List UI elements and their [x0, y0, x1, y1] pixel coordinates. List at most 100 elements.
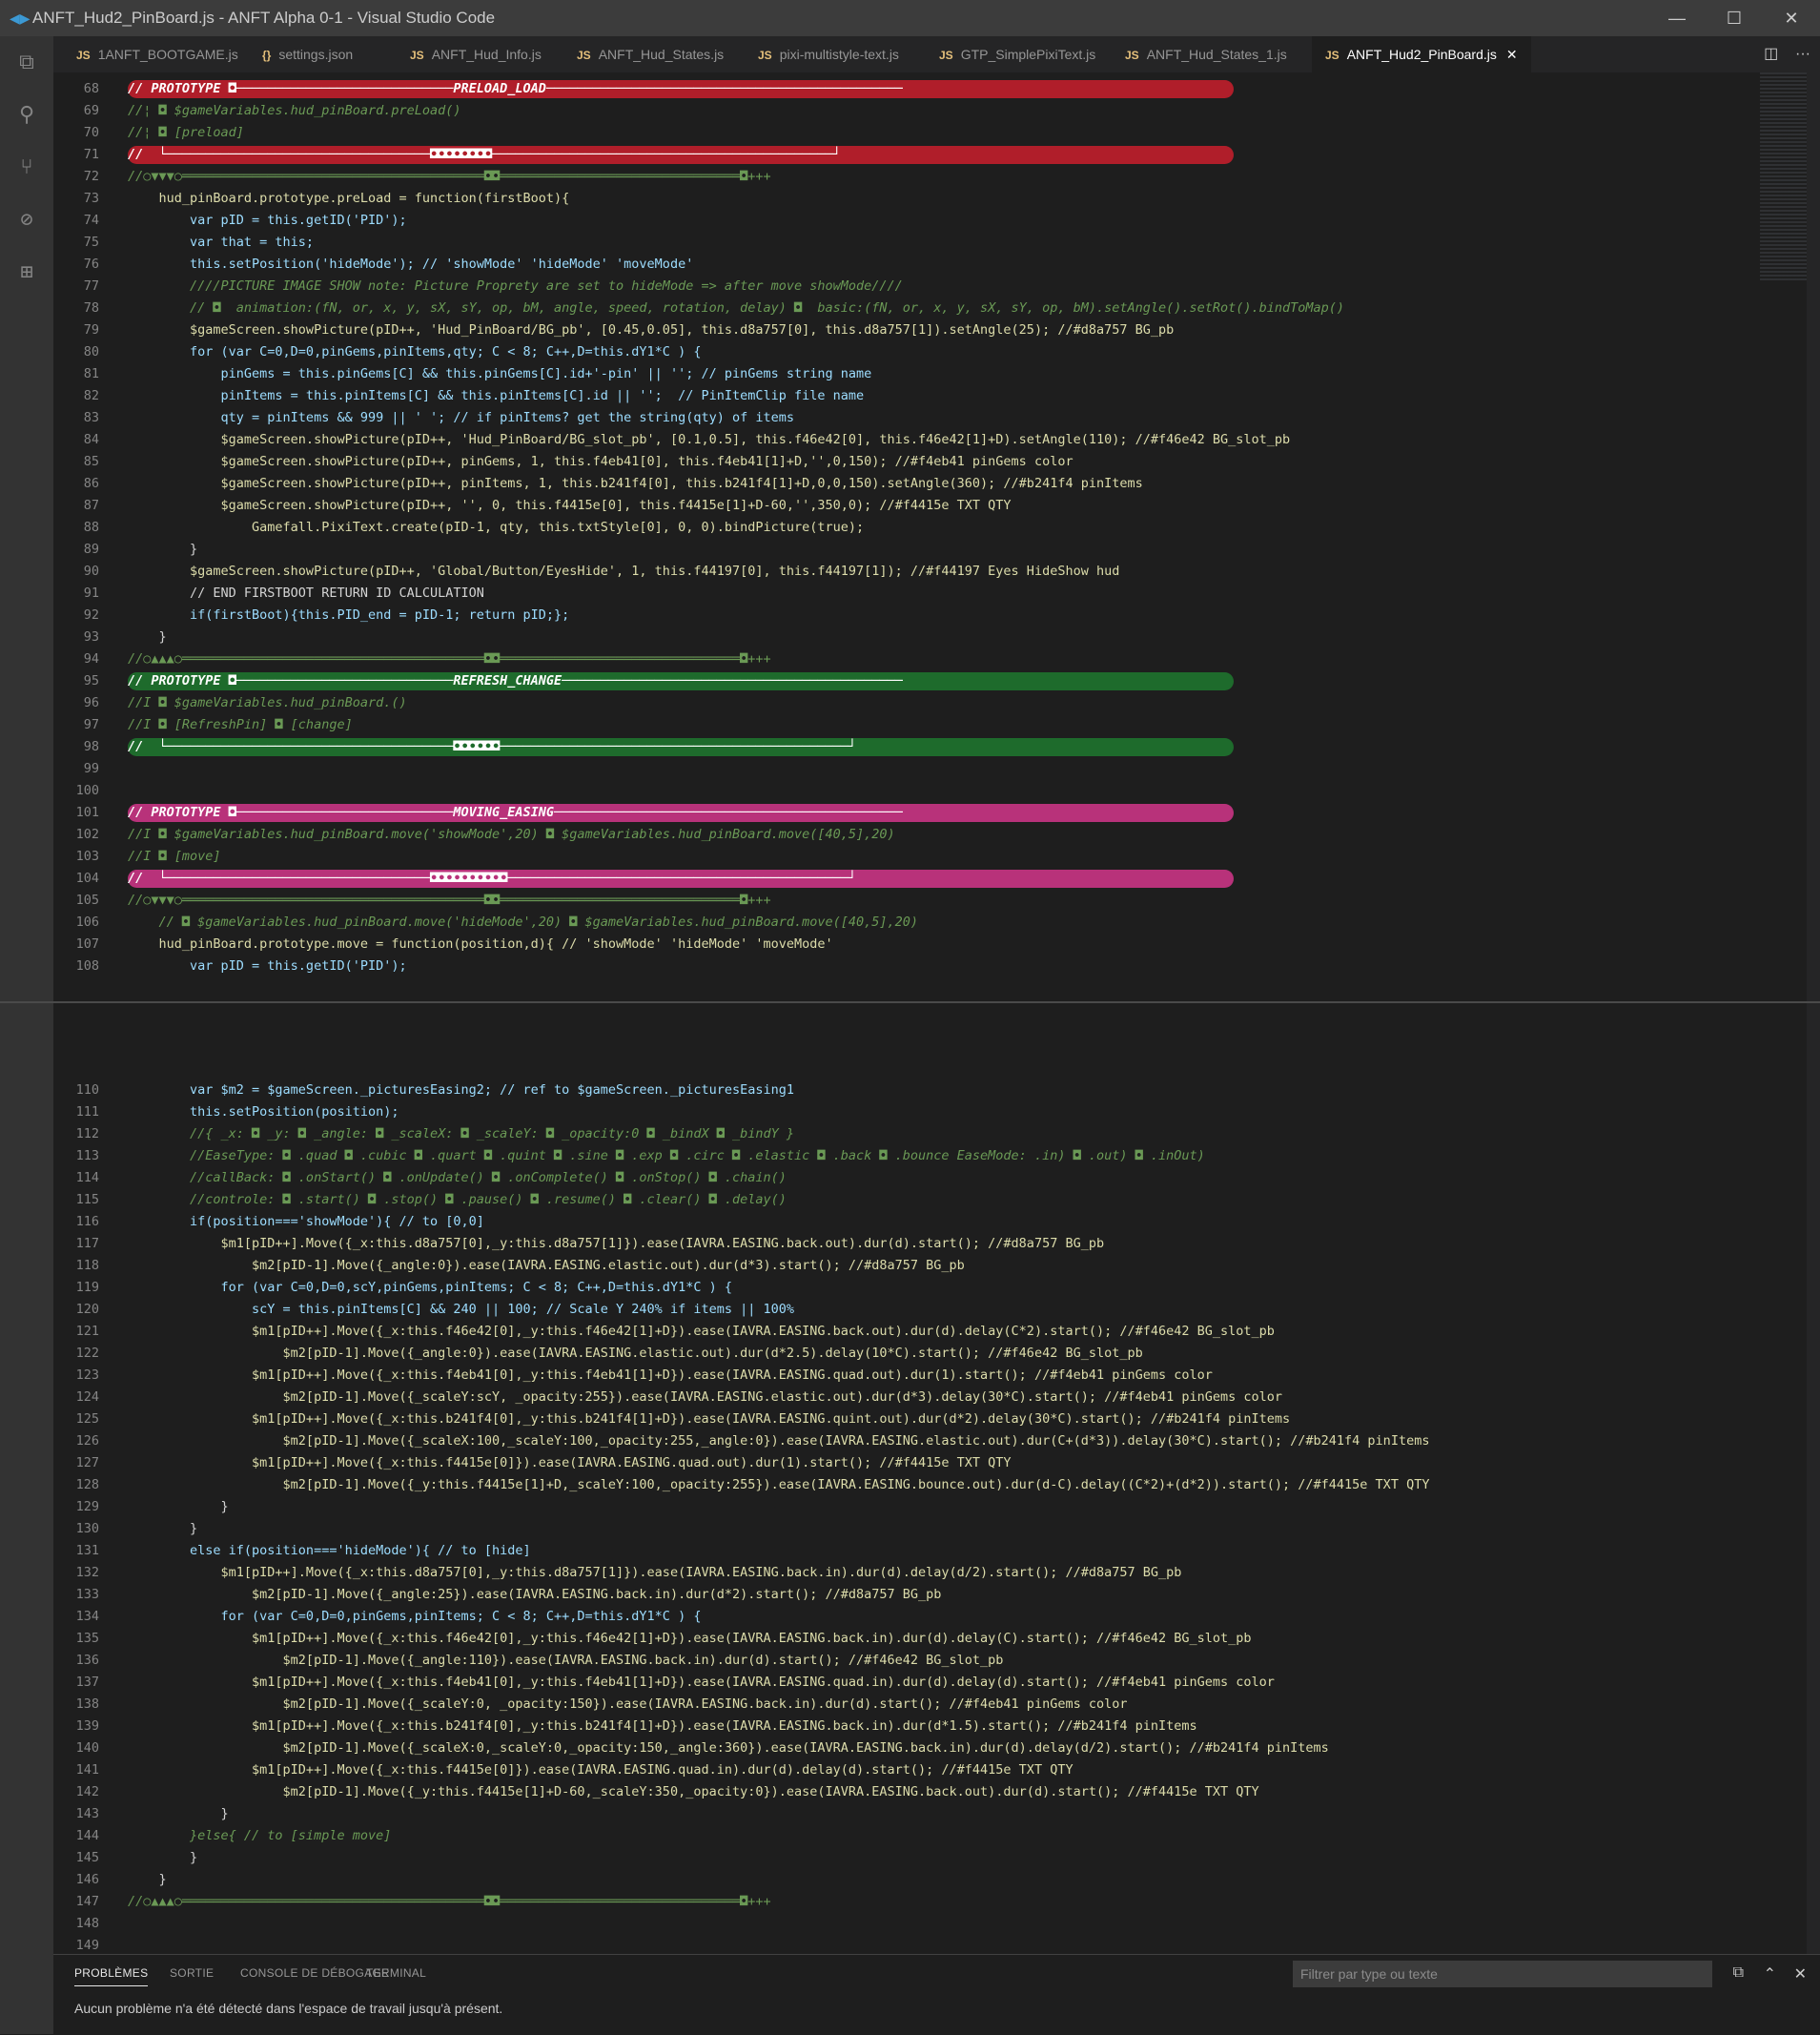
- code-line[interactable]: 115 //controle: ◘ .start() ◘ .stop() ◘ .…: [53, 1189, 1760, 1211]
- code-line[interactable]: 84 $gameScreen.showPicture(pID++, 'Hud_P…: [53, 429, 1760, 451]
- debug-icon[interactable]: ⊘: [13, 207, 40, 234]
- code-line[interactable]: 112 //{ _x: ◘ _y: ◘ _angle: ◘ _scaleX: ◘…: [53, 1123, 1760, 1145]
- code-line[interactable]: 75 var that = this;: [53, 232, 1760, 254]
- code-editor[interactable]: 68 // PROTOTYPE ◘────────────────────────…: [53, 72, 1820, 1954]
- code-line[interactable]: 124 $m2[pID-1].Move({_scaleY:scY, _opaci…: [53, 1387, 1760, 1408]
- code-line[interactable]: 103 //I ◘ [move]: [53, 846, 1760, 868]
- tab-4[interactable]: JS pixi-multistyle-text.js: [745, 36, 912, 72]
- code-line[interactable]: 105 //○▼▼▼○══════════════════════════════…: [53, 890, 1760, 912]
- code-line[interactable]: 114 //callBack: ◘ .onStart() ◘ .onUpdate…: [53, 1167, 1760, 1189]
- code-line[interactable]: 137 $m1[pID++].Move({_x:this.f4eb41[0],_…: [53, 1672, 1760, 1694]
- code-line[interactable]: 133 $m2[pID-1].Move({_angle:25}).ease(IA…: [53, 1584, 1760, 1606]
- code-line[interactable]: 140 $m2[pID-1].Move({_scaleX:0,_scaleY:0…: [53, 1737, 1760, 1759]
- code-line[interactable]: 129 }: [53, 1496, 1760, 1518]
- code-line[interactable]: 131 else if(position==='hideMode'){ // t…: [53, 1540, 1760, 1562]
- code-line[interactable]: 125 $m1[pID++].Move({_x:this.b241f4[0],_…: [53, 1408, 1760, 1430]
- panel-tab-1[interactable]: SORTIE: [170, 1966, 214, 1980]
- code-line[interactable]: 108 var pID = this.getID('PID');: [53, 956, 1760, 977]
- maximize-panel-icon[interactable]: ⌃: [1764, 1964, 1776, 1984]
- code-line[interactable]: 130 }: [53, 1518, 1760, 1540]
- code-line[interactable]: 148: [53, 1913, 1760, 1935]
- code-line[interactable]: 87 $gameScreen.showPicture(pID++, '', 0,…: [53, 495, 1760, 517]
- code-line[interactable]: 69 //¦ ◘ $gameVariables.hud_pinBoard.preL…: [53, 100, 1760, 122]
- code-line[interactable]: 96 //I ◘ $gameVariables.hud_pinBoard.(): [53, 692, 1760, 714]
- code-line[interactable]: 122 $m2[pID-1].Move({_angle:0}).ease(IAV…: [53, 1343, 1760, 1365]
- code-line[interactable]: 101 // PROTOTYPE ◘───────────────────────…: [53, 802, 1760, 824]
- panel-tab-3[interactable]: TERMINAL: [366, 1966, 426, 1980]
- tab-0[interactable]: JS 1ANFT_BOOTGAME.js: [63, 36, 252, 72]
- code-line[interactable]: 94 //○▲▲▲○═══════════════════════════════…: [53, 648, 1760, 670]
- code-line[interactable]: 145 }: [53, 1847, 1760, 1869]
- code-line[interactable]: 68 // PROTOTYPE ◘────────────────────────…: [53, 78, 1760, 100]
- code-line[interactable]: 136 $m2[pID-1].Move({_angle:110}).ease(I…: [53, 1650, 1760, 1672]
- code-line[interactable]: 141 $m1[pID++].Move({_x:this.f4415e[0]})…: [53, 1759, 1760, 1781]
- code-line[interactable]: 92 if(firstBoot){this.PID_end = pID-1; r…: [53, 605, 1760, 627]
- code-line[interactable]: 93 }: [53, 627, 1760, 648]
- code-line[interactable]: 138 $m2[pID-1].Move({_scaleY:0, _opacity…: [53, 1694, 1760, 1716]
- code-line[interactable]: 80 for (var C=0,D=0,pinGems,pinItems,qty…: [53, 341, 1760, 363]
- code-line[interactable]: 88 Gamefall.PixiText.create(pID-1, qty, …: [53, 517, 1760, 539]
- code-line[interactable]: 146 }: [53, 1869, 1760, 1891]
- explorer-icon[interactable]: ⧉: [13, 50, 40, 76]
- code-line[interactable]: 102 //I ◘ $gameVariables.hud_pinBoard.mov…: [53, 824, 1760, 846]
- code-line[interactable]: 100: [53, 780, 1760, 802]
- tab-5[interactable]: JS GTP_SimplePixiText.js: [926, 36, 1109, 72]
- code-line[interactable]: 142 $m2[pID-1].Move({_y:this.f4415e[1]+D…: [53, 1781, 1760, 1803]
- code-line[interactable]: 79 $gameScreen.showPicture(pID++, 'Hud_P…: [53, 319, 1760, 341]
- code-line[interactable]: 86 $gameScreen.showPicture(pID++, pinIte…: [53, 473, 1760, 495]
- split-editor-icon[interactable]: ◫: [1764, 46, 1778, 62]
- code-line[interactable]: 111 this.setPosition(position);: [53, 1101, 1760, 1123]
- code-line[interactable]: 83 qty = pinItems && 999 || ' '; // if p…: [53, 407, 1760, 429]
- code-line[interactable]: 127 $m1[pID++].Move({_x:this.f4415e[0]})…: [53, 1452, 1760, 1474]
- code-line[interactable]: 139 $m1[pID++].Move({_x:this.b241f4[0],_…: [53, 1716, 1760, 1737]
- editor-split-divider[interactable]: [0, 1001, 1820, 1003]
- code-line[interactable]: 82 pinItems = this.pinItems[C] && this.p…: [53, 385, 1760, 407]
- code-line[interactable]: 110 var $m2 = $gameScreen._picturesEasin…: [53, 1079, 1760, 1101]
- code-line[interactable]: 104 // └─────────────────────────────────…: [53, 868, 1760, 890]
- code-line[interactable]: 149: [53, 1935, 1760, 1954]
- code-line[interactable]: 134 for (var C=0,D=0,pinGems,pinItems; C…: [53, 1606, 1760, 1628]
- code-line[interactable]: 99: [53, 758, 1760, 780]
- code-line[interactable]: 97 //I ◘ [RefreshPin] ◘ [change]: [53, 714, 1760, 736]
- code-line[interactable]: 117 $m1[pID++].Move({_x:this.d8a757[0],_…: [53, 1233, 1760, 1255]
- code-line[interactable]: 74 var pID = this.getID('PID');: [53, 210, 1760, 232]
- code-line[interactable]: 132 $m1[pID++].Move({_x:this.d8a757[0],_…: [53, 1562, 1760, 1584]
- editor-scrollbar[interactable]: [1807, 72, 1820, 1954]
- code-line[interactable]: 78 // ◘ animation:(fN, or, x, y, sX, sY,…: [53, 298, 1760, 319]
- minimap[interactable]: [1760, 72, 1808, 282]
- code-line[interactable]: 123 $m1[pID++].Move({_x:this.f4eb41[0],_…: [53, 1365, 1760, 1387]
- more-actions-icon[interactable]: ···: [1795, 46, 1810, 62]
- code-line[interactable]: 126 $m2[pID-1].Move({_scaleX:100,_scaleY…: [53, 1430, 1760, 1452]
- code-line[interactable]: 113 //EaseType: ◘ .quad ◘ .cubic ◘ .quar…: [53, 1145, 1760, 1167]
- code-line[interactable]: 128 $m2[pID-1].Move({_y:this.f4415e[1]+D…: [53, 1474, 1760, 1496]
- code-line[interactable]: 120 scY = this.pinItems[C] && 240 || 100…: [53, 1299, 1760, 1321]
- extensions-icon[interactable]: ⊞: [13, 259, 40, 286]
- code-line[interactable]: 91 // END FIRSTBOOT RETURN ID CALCULATIO…: [53, 583, 1760, 605]
- code-line[interactable]: 143 }: [53, 1803, 1760, 1825]
- code-line[interactable]: 121 $m1[pID++].Move({_x:this.f46e42[0],_…: [53, 1321, 1760, 1343]
- search-icon[interactable]: ⚲: [13, 102, 40, 129]
- close-panel-icon[interactable]: ✕: [1794, 1964, 1807, 1984]
- code-line[interactable]: 76 this.setPosition('hideMode'); // 'sho…: [53, 254, 1760, 276]
- close-tab-icon[interactable]: ✕: [1506, 47, 1518, 62]
- code-line[interactable]: 81 pinGems = this.pinGems[C] && this.pin…: [53, 363, 1760, 385]
- code-line[interactable]: 135 $m1[pID++].Move({_x:this.f46e42[0],_…: [53, 1628, 1760, 1650]
- code-line[interactable]: 77 ////PICTURE IMAGE SHOW note: Picture …: [53, 276, 1760, 298]
- filter-input[interactable]: Filtrer par type ou texte: [1293, 1961, 1712, 1987]
- code-line[interactable]: 71 // └──────────────────────────────────…: [53, 144, 1760, 166]
- close-window-button[interactable]: ✕: [1763, 0, 1820, 36]
- tab-6[interactable]: JS ANFT_Hud_States_1.js: [1112, 36, 1300, 72]
- code-line[interactable]: 107 hud_pinBoard.prototype.move = functi…: [53, 934, 1760, 956]
- tab-1[interactable]: {} settings.json: [249, 36, 366, 72]
- code-line[interactable]: 144 }else{ // to [simple move]: [53, 1825, 1760, 1847]
- code-line[interactable]: 85 $gameScreen.showPicture(pID++, pinGem…: [53, 451, 1760, 473]
- code-line[interactable]: 70 //¦ ◘ [preload]: [53, 122, 1760, 144]
- code-line[interactable]: 98 // └──────────────────────────────────…: [53, 736, 1760, 758]
- code-line[interactable]: 90 $gameScreen.showPicture(pID++, 'Globa…: [53, 561, 1760, 583]
- code-line[interactable]: 119 for (var C=0,D=0,scY,pinGems,pinItem…: [53, 1277, 1760, 1299]
- source-control-icon[interactable]: ⑂: [13, 154, 40, 181]
- panel-tab-0[interactable]: PROBLÈMES: [74, 1966, 149, 1986]
- tab-3[interactable]: JS ANFT_Hud_States.js: [563, 36, 737, 72]
- code-line[interactable]: 118 $m2[pID-1].Move({_angle:0}).ease(IAV…: [53, 1255, 1760, 1277]
- tab-7[interactable]: JS ANFT_Hud2_PinBoard.js ✕: [1312, 36, 1531, 72]
